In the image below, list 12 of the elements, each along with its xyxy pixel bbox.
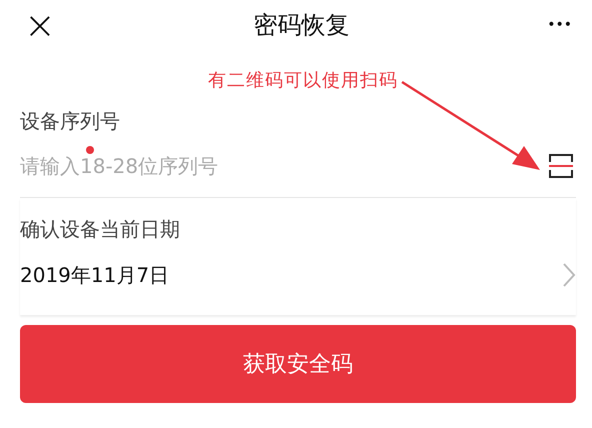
field-label: 确认设备当前日期 <box>20 216 181 243</box>
annotation-dot <box>86 146 94 154</box>
serial-number-field[interactable]: 请输入18-28位序列号 <box>20 154 420 178</box>
scan-icon[interactable] <box>548 153 574 179</box>
chevron-right-icon <box>562 262 576 288</box>
get-security-code-button[interactable]: 获取安全码 <box>20 325 576 403</box>
more-button[interactable]: ••• <box>547 17 572 33</box>
page-title: 密码恢复 <box>254 10 350 41</box>
annotation-text: 有二维码可以使用扫码 <box>208 69 398 92</box>
close-button[interactable]: × <box>24 6 56 44</box>
field-label: 设备序列号 <box>20 108 121 135</box>
date-picker[interactable]: 2019年11月7日 <box>20 243 576 307</box>
